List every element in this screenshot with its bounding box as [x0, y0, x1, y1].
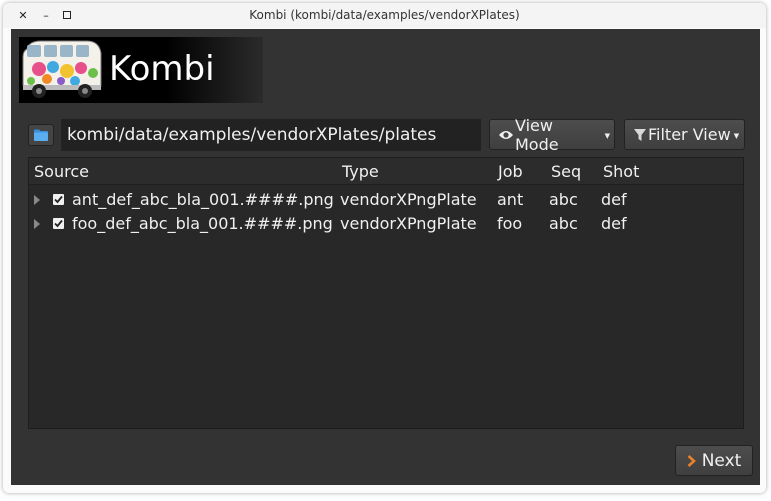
filter-view-button[interactable]: Filter View ▼ — [624, 119, 745, 150]
next-label: Next — [701, 450, 742, 471]
shot-cell: def — [601, 190, 627, 209]
maximize-window-button[interactable] — [59, 7, 75, 23]
chevron-down-icon: ▼ — [733, 131, 740, 140]
browse-folder-button[interactable] — [28, 124, 54, 146]
vw-bus-logo-icon — [22, 40, 102, 98]
column-header-seq[interactable]: Seq — [551, 158, 581, 185]
chevron-down-icon: ▼ — [604, 131, 611, 140]
app-name: Kombi — [109, 49, 215, 89]
checkmark-icon — [54, 219, 63, 228]
minimize-window-button[interactable]: – — [38, 7, 54, 23]
type-cell: vendorXPngPlate — [340, 214, 477, 233]
job-cell: ant — [497, 190, 524, 209]
column-header-type[interactable]: Type — [342, 158, 379, 185]
row-checkbox[interactable] — [53, 218, 64, 229]
expand-arrow-icon[interactable] — [34, 195, 40, 205]
view-mode-button[interactable]: View Mode ▼ — [489, 116, 615, 154]
funnel-icon — [634, 128, 646, 141]
job-cell: foo — [497, 214, 523, 233]
close-window-button[interactable]: ✕ — [15, 7, 31, 23]
tree-row[interactable]: foo_def_abc_bla_001.####.png vendorXPngP… — [29, 212, 743, 236]
tree-row[interactable]: ant_def_abc_bla_001.####.png vendorXPngP… — [29, 188, 743, 212]
maximize-icon — [63, 11, 71, 19]
source-tree-view[interactable]: Source Type Job Seq Shot ant_def_abc_bla… — [28, 157, 744, 429]
shot-cell: def — [601, 214, 627, 233]
column-header-source[interactable]: Source — [34, 158, 89, 185]
view-mode-label: View Mode — [515, 115, 559, 154]
column-header-job[interactable]: Job — [498, 158, 523, 185]
window-title: Kombi (kombi/data/examples/vendorXPlates… — [249, 8, 520, 22]
expand-arrow-icon[interactable] — [34, 219, 40, 229]
type-cell: vendorXPngPlate — [340, 190, 477, 209]
folder-icon — [34, 129, 48, 141]
row-checkbox[interactable] — [53, 194, 64, 205]
filter-view-label: Filter View — [648, 125, 731, 144]
source-cell: ant_def_abc_bla_001.####.png — [72, 190, 334, 209]
chevron-right-icon — [687, 454, 696, 467]
eye-icon — [499, 130, 513, 139]
path-input[interactable]: kombi/data/examples/vendorXPlates/plates — [61, 119, 481, 151]
seq-cell: abc — [549, 214, 578, 233]
column-header-shot[interactable]: Shot — [603, 158, 639, 185]
checkmark-icon — [54, 195, 63, 204]
source-cell: foo_def_abc_bla_001.####.png — [72, 214, 333, 233]
tree-header: Source Type Job Seq Shot — [29, 158, 743, 185]
minimize-icon: – — [43, 8, 49, 22]
next-button[interactable]: Next — [675, 445, 753, 476]
close-icon: ✕ — [18, 8, 28, 22]
title-bar[interactable]: Kombi (kombi/data/examples/vendorXPlates… — [3, 3, 766, 28]
app-banner: Kombi — [19, 37, 263, 103]
main-panel: Kombi kombi/data/examples/vendorXPlates/… — [11, 29, 760, 485]
seq-cell: abc — [549, 190, 578, 209]
app-window: Kombi (kombi/data/examples/vendorXPlates… — [3, 3, 766, 493]
